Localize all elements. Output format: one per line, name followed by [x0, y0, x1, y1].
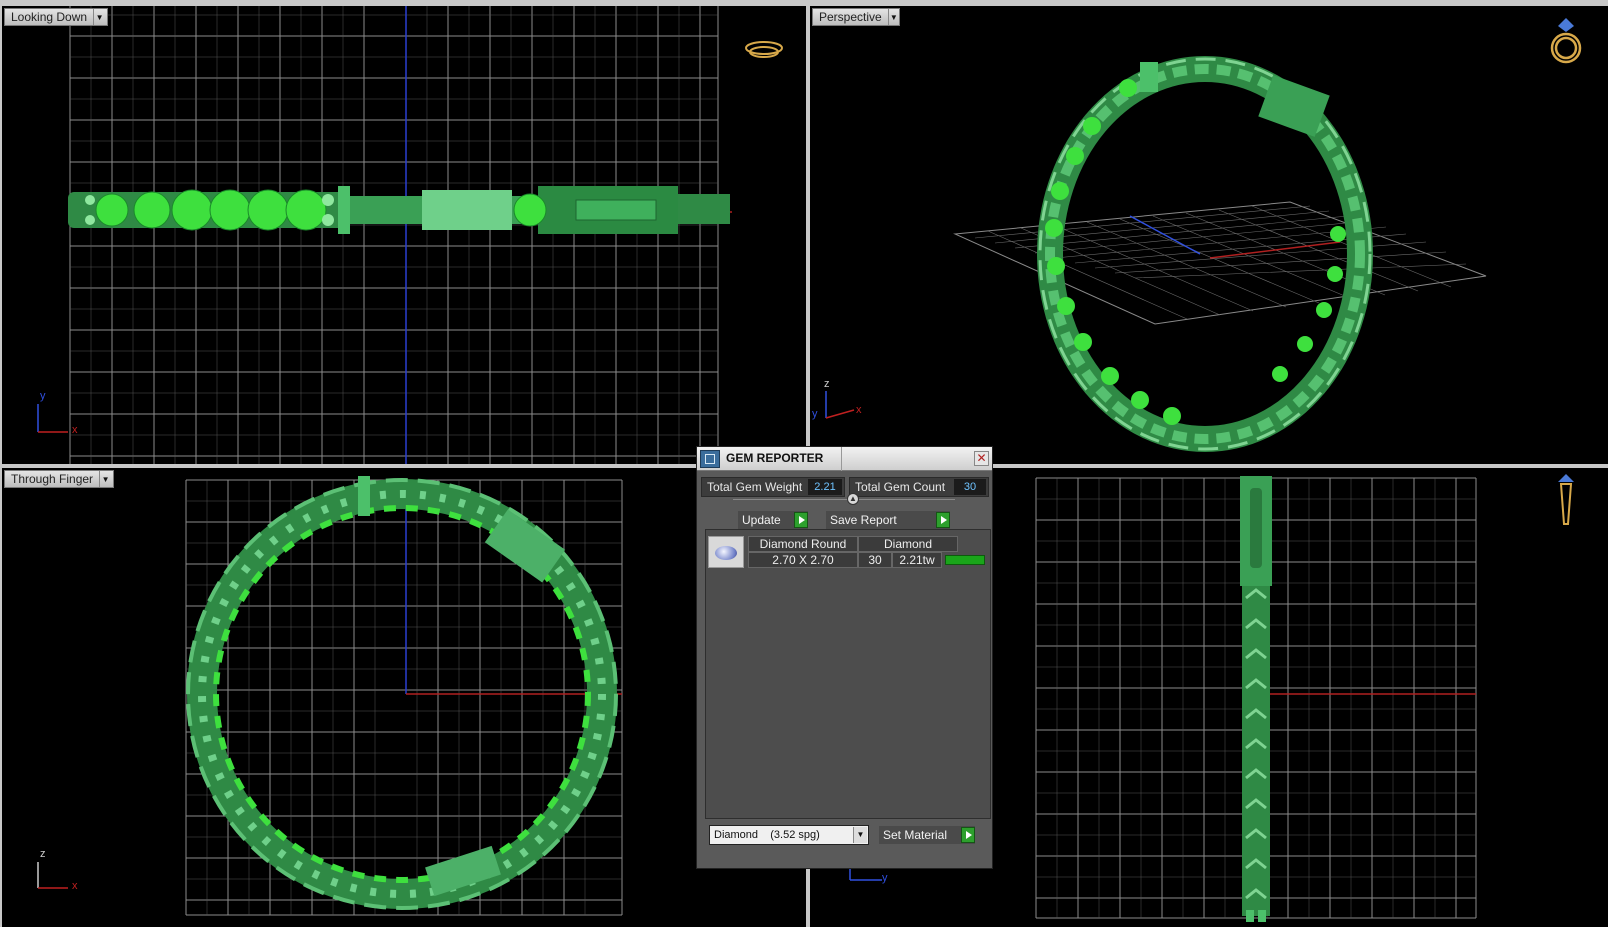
save-report-button[interactable]: Save Report [826, 511, 950, 529]
gem-shape-cell: Diamond Round [748, 536, 858, 552]
through-finger-canvas [37, 476, 623, 916]
diamond-round-icon [708, 536, 744, 568]
update-button-label: Update [742, 513, 781, 527]
dialog-divider-slider [733, 499, 955, 500]
save-report-button-label: Save Report [830, 513, 897, 527]
viewport-view-selector[interactable]: Perspective ▼ [812, 8, 900, 26]
viewport-perspective[interactable]: Perspective ▼ z y x [810, 6, 1608, 464]
viewport-view-selector[interactable]: Through Finger ▼ [4, 470, 114, 488]
total-gem-weight-value: 2.21 [808, 479, 842, 495]
viewport-through-finger[interactable]: Through Finger ▼ z x [2, 468, 806, 927]
set-material-button-label: Set Material [883, 828, 948, 842]
update-button[interactable]: Update [738, 511, 808, 529]
gem-count-cell: 30 [858, 552, 892, 568]
axis-x-label: x [72, 424, 78, 436]
viewport-view-label: Looking Down [11, 10, 88, 24]
axis-x-label: x [72, 880, 78, 892]
viewport-looking-down[interactable]: Looking Down ▼ y x [2, 6, 806, 464]
gem-weight-bar [945, 555, 985, 565]
gem-material-cell: Diamond [858, 536, 958, 552]
total-gem-count-field: Total Gem Count 30 [849, 477, 989, 497]
play-icon [961, 827, 975, 843]
chevron-down-icon[interactable]: ▼ [853, 827, 867, 843]
total-gem-count-label: Total Gem Count [855, 480, 946, 494]
dialog-title: GEM REPORTER [726, 451, 824, 465]
gem-size-cell: 2.70 X 2.70 [748, 552, 858, 568]
total-gem-weight-label: Total Gem Weight [707, 480, 803, 494]
axis-y-label: y [812, 408, 818, 420]
gem-weight-cell: 2.21tw [892, 552, 942, 568]
chevron-down-icon[interactable]: ▼ [887, 9, 899, 25]
material-select[interactable]: Diamond (3.52 spg) ▼ [709, 825, 869, 845]
axis-y-label: y [882, 872, 888, 884]
looking-down-canvas [37, 6, 783, 464]
axis-x-label: x [856, 404, 862, 416]
gem-reporter-icon [700, 450, 720, 468]
viewport-view-label: Through Finger [11, 472, 94, 486]
collapse-toggle-icon[interactable]: ▲ [847, 493, 859, 505]
dialog-titlebar[interactable]: GEM REPORTER ✕ [697, 447, 992, 471]
viewport-view-label: Perspective [819, 10, 882, 24]
set-material-button[interactable]: Set Material [879, 826, 975, 844]
close-icon[interactable]: ✕ [974, 451, 989, 466]
total-gem-count-value: 30 [954, 479, 986, 495]
play-icon [936, 512, 950, 528]
axis-y-label: y [40, 390, 46, 402]
material-select-value: Diamond (3.52 spg) [714, 829, 820, 841]
axis-z-label: z [824, 378, 830, 390]
total-gem-weight-field: Total Gem Weight 2.21 [701, 477, 845, 497]
axis-z-label: z [40, 848, 46, 860]
chevron-down-icon[interactable]: ▼ [93, 9, 105, 25]
titlebar-divider [841, 447, 842, 471]
gem-reporter-dialog[interactable]: GEM REPORTER ✕ Total Gem Weight 2.21 Tot… [696, 446, 993, 869]
chevron-down-icon[interactable]: ▼ [99, 471, 111, 487]
play-icon [794, 512, 808, 528]
perspective-canvas [825, 18, 1582, 452]
viewport-view-selector[interactable]: Looking Down ▼ [4, 8, 108, 26]
gem-list[interactable]: Diamond Round Diamond 2.70 X 2.70 30 2.2… [705, 529, 991, 819]
